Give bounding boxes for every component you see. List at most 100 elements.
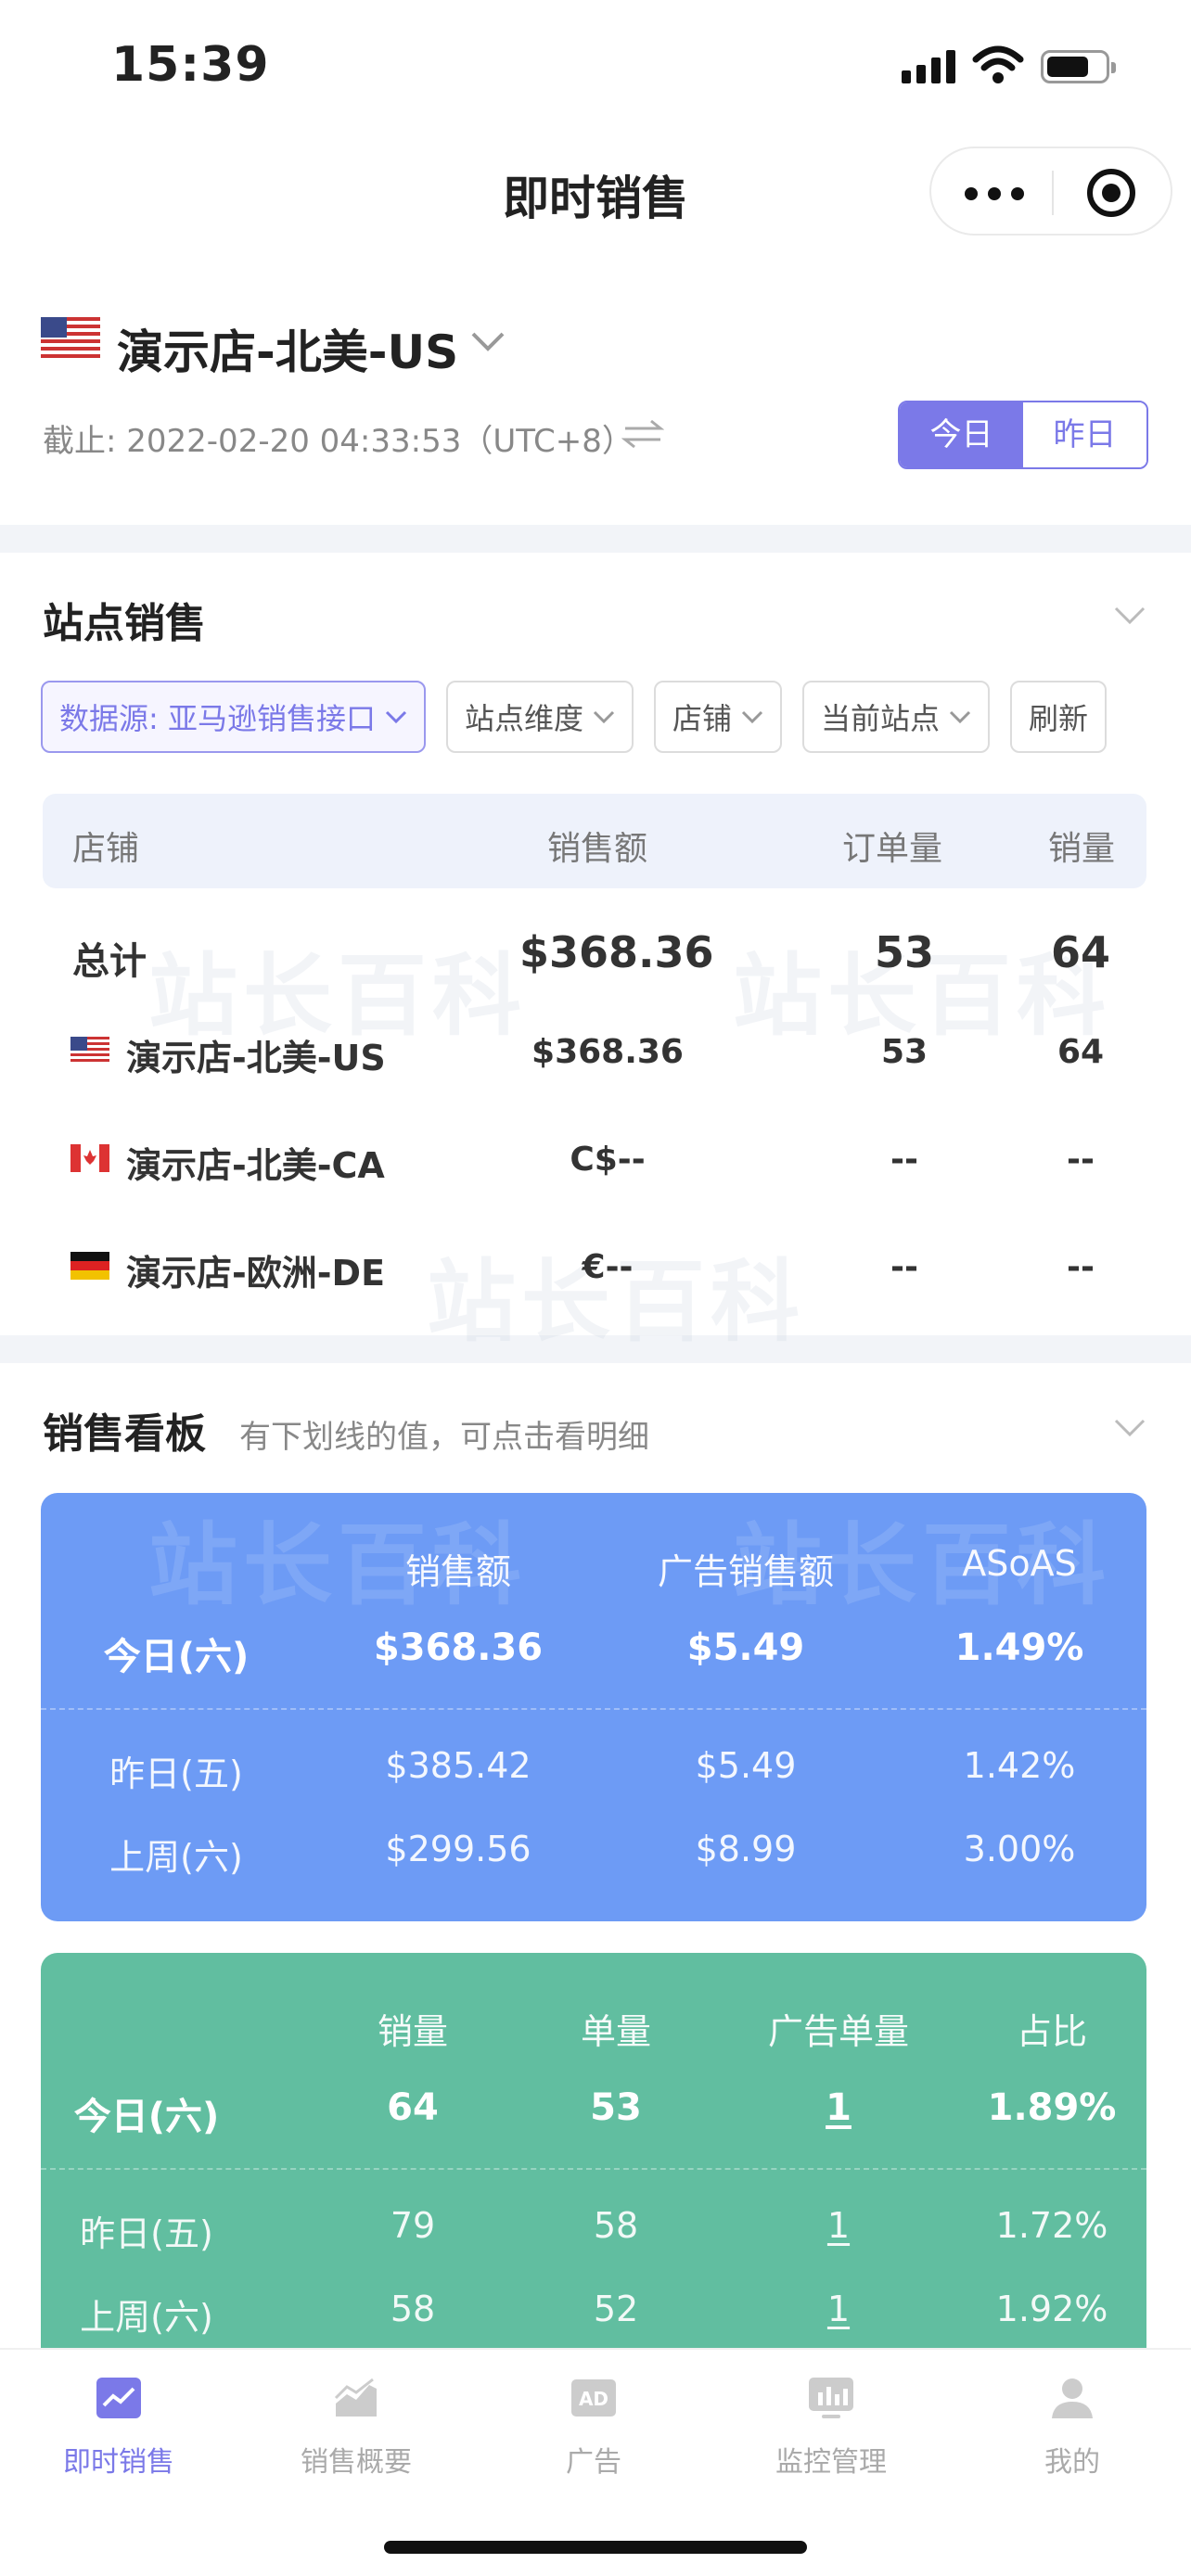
row-label-today: 今日(六) — [73, 2096, 220, 2138]
today-ratio: 1.89% — [987, 2086, 1117, 2129]
today-units: 64 — [387, 2086, 439, 2129]
column-header-units: 销量 — [377, 2011, 448, 2052]
column-header-ad-sales: 广告销售额 — [657, 1551, 834, 1592]
chevron-down-icon — [593, 710, 615, 724]
ad-icon: AD — [571, 2379, 616, 2417]
chevron-down-icon — [385, 710, 407, 724]
column-header-units: 销量 — [1048, 830, 1116, 868]
realtime-chart-icon — [96, 2378, 141, 2418]
us-flag-icon — [41, 317, 100, 358]
store-selector[interactable]: 演示店-北美-US — [117, 315, 458, 382]
total-orders: 53 — [874, 927, 934, 977]
tab-label: 销售概要 — [301, 2446, 412, 2479]
panel-divider — [41, 2168, 1146, 2170]
dashboard-hint: 有下划线的值，可点击看明细 — [239, 1419, 649, 1456]
filter-bar: 数据源: 亚马逊销售接口 站点维度 店铺 当前站点 刷新 — [41, 681, 1108, 753]
row-label-yesterday: 昨日(五) — [80, 2213, 213, 2254]
more-icon[interactable] — [965, 176, 1024, 210]
row-store-name: 演示店-北美-US — [126, 1038, 386, 1078]
table-row[interactable]: 演示店-北美-US $368.36 53 64 — [0, 1026, 1191, 1092]
today-ad-orders-link[interactable]: 1 — [718, 2086, 959, 2129]
screen: 15:39 即时销售 演示店-北美-US 截止: 2022-02-20 04:3… — [0, 0, 1191, 2576]
row-label-last-week: 上周(六) — [80, 2297, 213, 2338]
last-week-ad-sales: $8.99 — [695, 1829, 797, 1869]
today-sales: $368.36 — [373, 1626, 544, 1669]
last-week-orders: 52 — [593, 2289, 639, 2329]
chevron-down-icon — [741, 710, 763, 724]
toggle-today[interactable]: 今日 — [900, 402, 1023, 467]
tab-ads[interactable]: AD 广告 — [475, 2376, 712, 2480]
chevron-down-icon — [949, 710, 971, 724]
last-week-ad-orders-link[interactable]: 1 — [718, 2289, 959, 2329]
today-asoas: 1.49% — [954, 1626, 1084, 1669]
column-header-ad-orders: 广告单量 — [767, 2011, 909, 2052]
cutoff-timestamp: 截止: 2022-02-20 04:33:53（UTC+8） — [43, 423, 634, 460]
tab-label: 广告 — [566, 2446, 621, 2479]
chevron-down-icon[interactable] — [469, 328, 506, 354]
monitor-icon — [809, 2378, 853, 2418]
refresh-button[interactable]: 刷新 — [1010, 681, 1108, 753]
today-orders: 53 — [590, 2086, 642, 2129]
row-store-name: 演示店-北美-CA — [126, 1145, 385, 1186]
last-week-sales: $299.56 — [385, 1829, 531, 1869]
yesterday-ad-orders-link[interactable]: 1 — [718, 2205, 959, 2246]
last-week-ratio: 1.92% — [995, 2289, 1108, 2329]
cellular-signal-icon — [902, 48, 959, 83]
section-title: 销售看板 — [43, 1410, 206, 1458]
tab-sales-overview[interactable]: 销售概要 — [237, 2376, 475, 2480]
column-header-sales: 销售额 — [404, 1551, 511, 1592]
store-header: 演示店-北美-US 截止: 2022-02-20 04:33:53（UTC+8）… — [0, 260, 1191, 525]
nav-bar: 即时销售 — [0, 130, 1191, 260]
us-flag-icon — [70, 1037, 109, 1065]
filter-datasource[interactable]: 数据源: 亚马逊销售接口 — [41, 681, 426, 753]
area-chart-icon — [334, 2378, 377, 2417]
home-indicator — [384, 2541, 807, 2554]
yesterday-orders: 58 — [593, 2205, 639, 2246]
row-orders: 53 — [880, 1033, 928, 1071]
filter-label: 当前站点 — [821, 701, 941, 736]
table-row[interactable]: 演示店-北美-CA C$-- -- -- — [0, 1133, 1191, 1200]
tab-profile[interactable]: 我的 — [954, 2376, 1191, 2480]
row-label-last-week: 上周(六) — [109, 1837, 243, 1878]
swap-timezone-icon[interactable] — [621, 417, 664, 451]
filter-label: 站点维度 — [464, 701, 583, 736]
row-sales: €-- — [582, 1248, 634, 1286]
last-week-asoas: 3.00% — [963, 1829, 1076, 1869]
collapse-chevron-icon[interactable] — [1113, 1417, 1146, 1439]
row-orders: -- — [890, 1141, 918, 1179]
column-header-orders: 单量 — [580, 2011, 651, 2052]
filter-current-site[interactable]: 当前站点 — [802, 681, 991, 753]
de-flag-icon — [70, 1252, 109, 1280]
table-row-total: 总计 $368.36 53 64 — [0, 924, 1191, 998]
refresh-label: 刷新 — [1029, 701, 1089, 736]
row-units: 64 — [1057, 1033, 1105, 1071]
filter-store[interactable]: 店铺 — [653, 681, 782, 753]
yesterday-ad-sales: $5.49 — [695, 1745, 797, 1786]
filter-label: 数据源: 亚马逊销售接口 — [59, 701, 376, 736]
today-ad-sales: $5.49 — [686, 1626, 805, 1669]
row-label-today: 今日(六) — [103, 1636, 250, 1678]
column-header-sales: 销售额 — [547, 830, 648, 868]
row-units: -- — [1067, 1141, 1095, 1179]
day-toggle: 今日 昨日 — [898, 401, 1148, 469]
table-header: 店铺 销售额 订单量 销量 — [43, 794, 1146, 888]
column-header-store: 店铺 — [72, 830, 140, 868]
tab-realtime-sales[interactable]: 即时销售 — [0, 2376, 237, 2480]
section-title: 站点销售 — [43, 600, 206, 647]
total-sales: $368.36 — [519, 927, 714, 977]
close-miniprogram-icon[interactable] — [1087, 169, 1135, 217]
site-sales-card: 站点销售 数据源: 亚马逊销售接口 站点维度 店铺 当前站点 刷新 店铺 销售额… — [0, 553, 1191, 1354]
row-sales: $368.36 — [531, 1033, 684, 1071]
column-header-orders: 订单量 — [842, 830, 943, 868]
yesterday-asoas: 1.42% — [963, 1745, 1076, 1786]
filter-site-dimension[interactable]: 站点维度 — [445, 681, 634, 753]
toggle-yesterday[interactable]: 昨日 — [1023, 402, 1146, 467]
status-time: 15:39 — [111, 37, 270, 93]
filter-label: 店铺 — [672, 701, 732, 736]
total-units: 64 — [1050, 927, 1110, 977]
collapse-chevron-icon[interactable] — [1113, 605, 1146, 627]
svg-text:AD: AD — [579, 2388, 608, 2410]
table-row[interactable]: 演示店-欧洲-DE €-- -- -- — [0, 1241, 1191, 1307]
tab-monitoring[interactable]: 监控管理 — [712, 2376, 950, 2480]
units-panel: 销量 单量 广告单量 占比 今日(六) 64 53 1 1.89% 昨日(五) … — [41, 1953, 1146, 2348]
